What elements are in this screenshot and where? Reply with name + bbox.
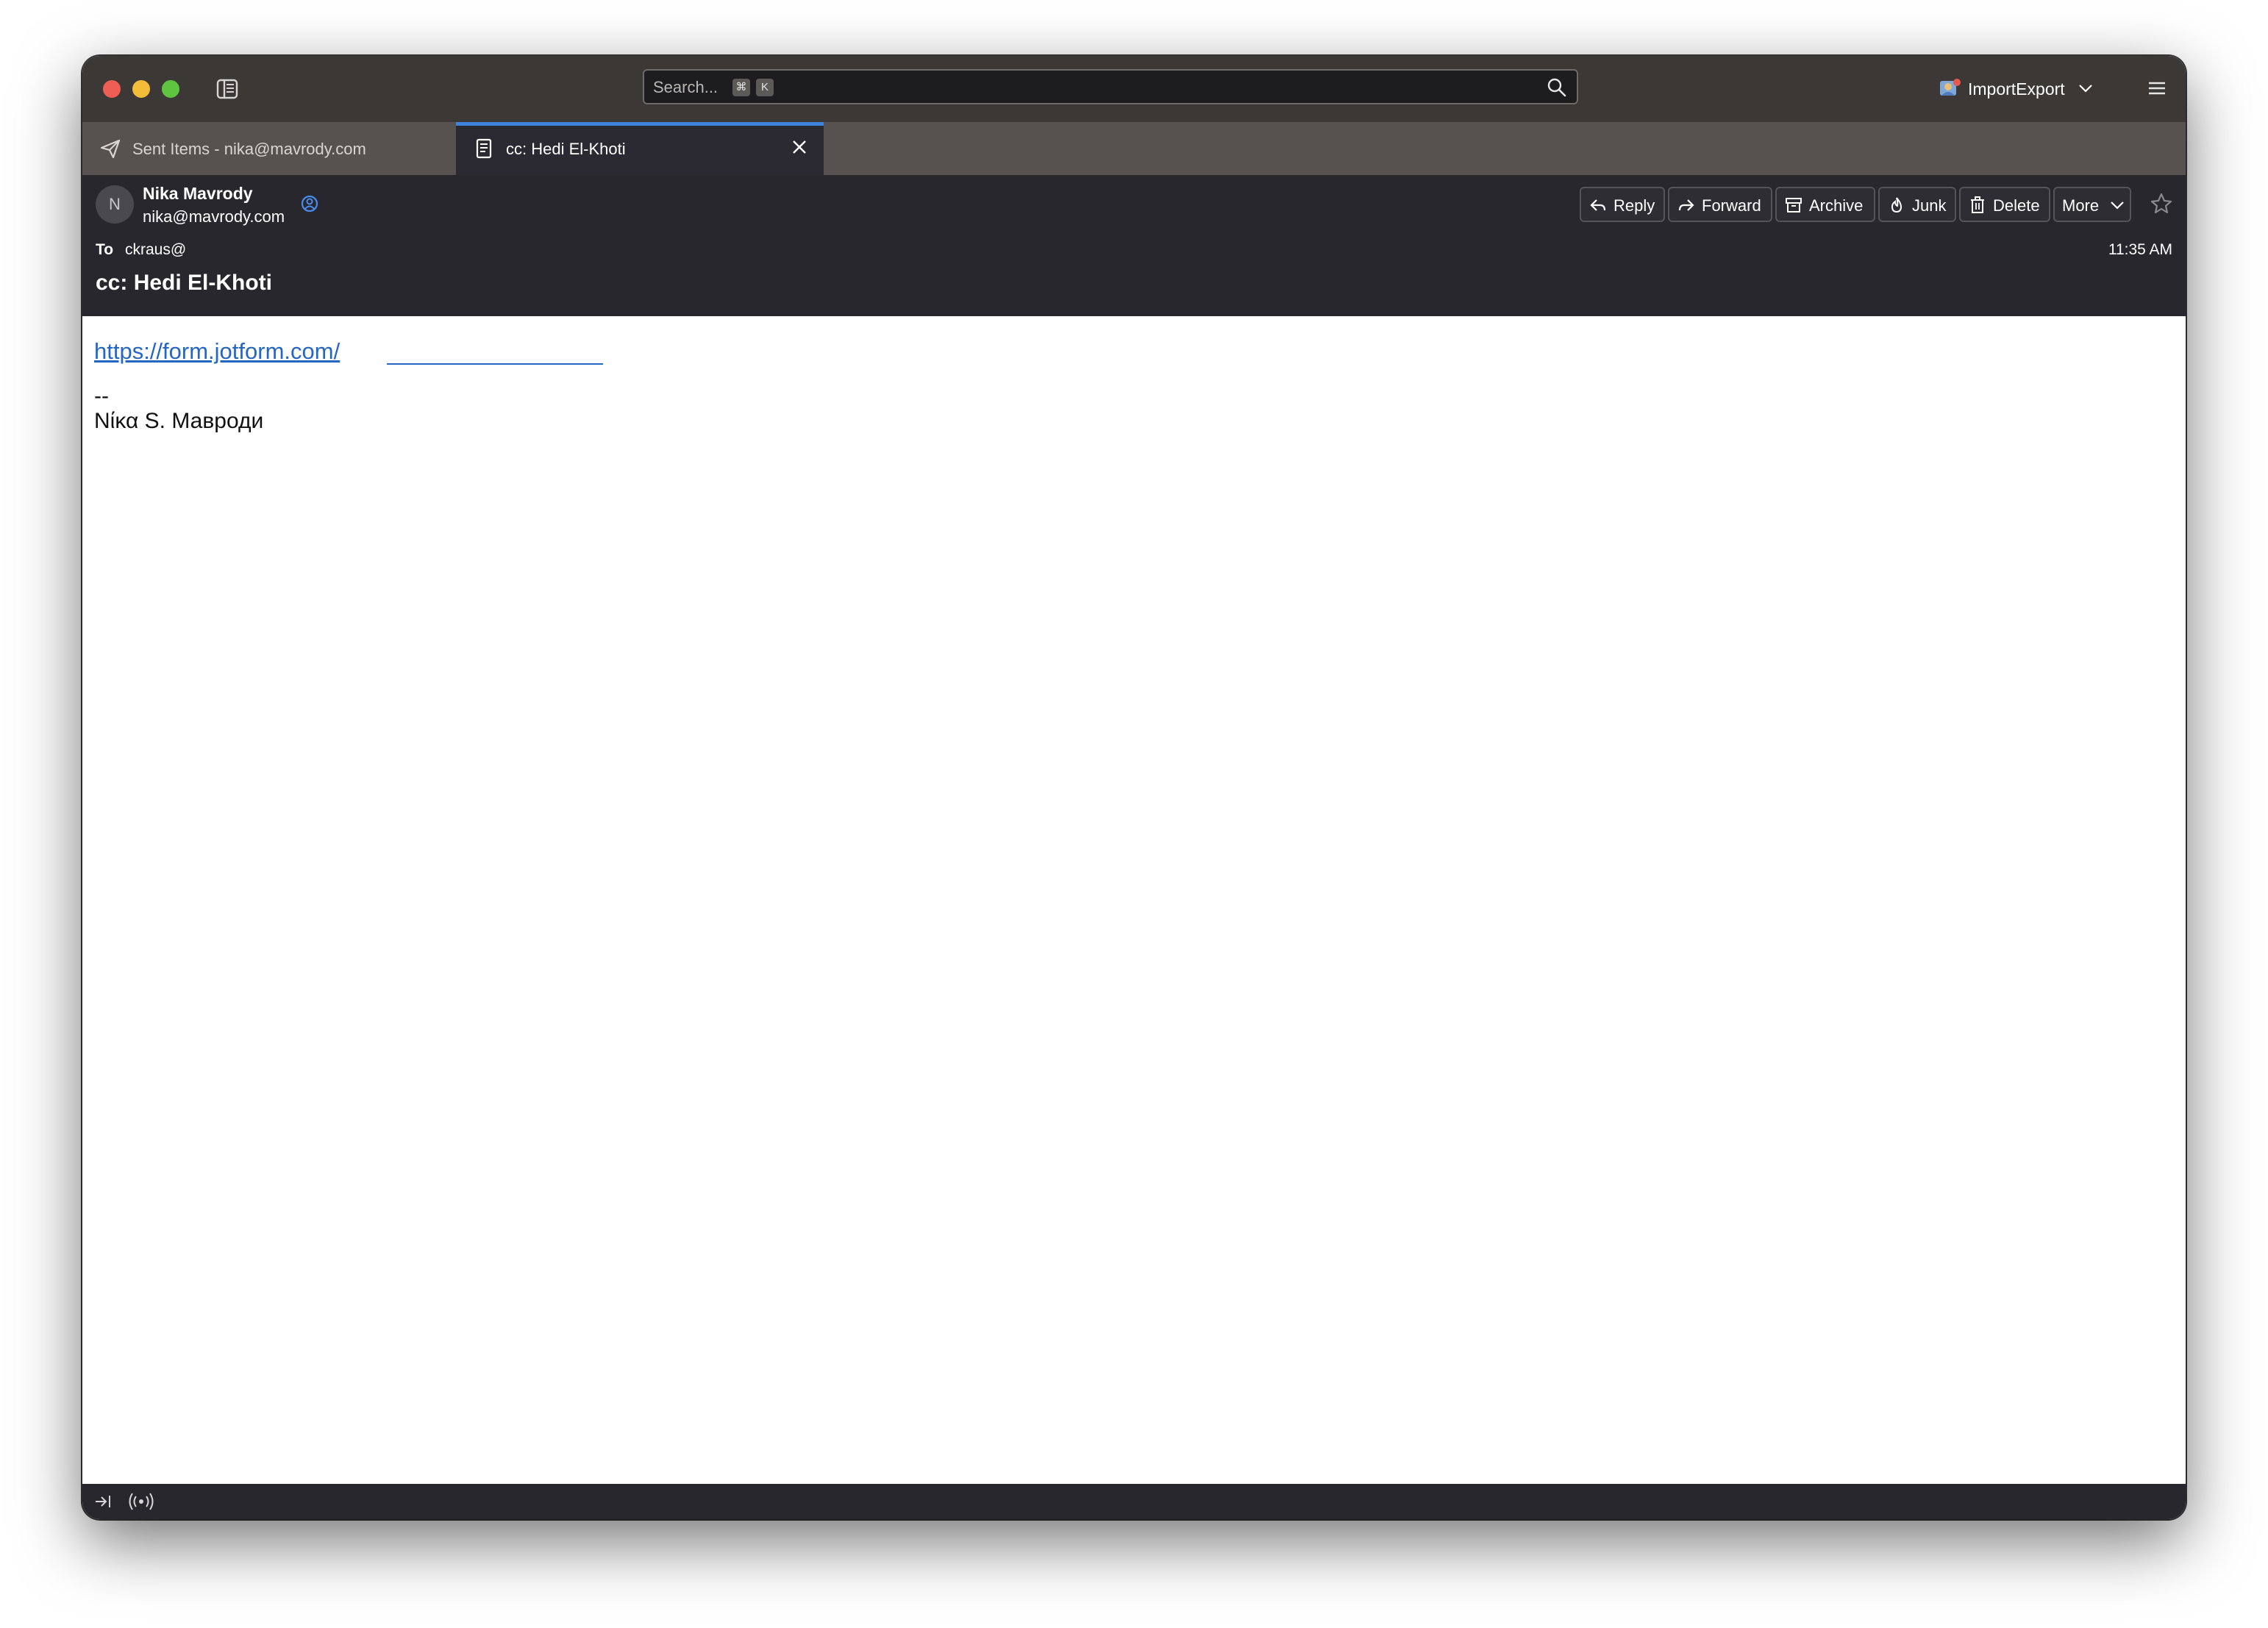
message-time: 11:35 AM [2108,241,2172,258]
shortcut-cmd-key: ⌘ [732,79,750,96]
close-window-button[interactable] [103,80,121,98]
chevron-down-icon [2111,201,2124,210]
mail-window: Search... ⌘ K ImportExport Sent Items - … [82,56,2186,1519]
search-bar[interactable]: Search... ⌘ K [643,69,1578,104]
forward-icon [1678,199,1694,211]
archive-button[interactable]: Archive [1775,187,1875,222]
title-bar: Search... ⌘ K ImportExport [82,56,2186,122]
form-link[interactable]: https://form.jotform.com/ [94,338,340,365]
tab-sent-items[interactable]: Sent Items - nika@mavrody.com [82,122,456,175]
reply-icon [1590,199,1606,211]
delete-label: Delete [1993,196,2040,215]
sender-name[interactable]: Nika Mavrody [143,184,253,204]
junk-button[interactable]: Junk [1878,187,1956,222]
tab-message[interactable]: cc: Hedi El-Khoti [456,122,824,175]
junk-label: Junk [1912,196,1947,215]
tab-label: cc: Hedi El-Khoti [506,140,626,158]
maximize-window-button[interactable] [162,80,179,98]
tab-bar: Sent Items - nika@mavrody.com cc: Hedi E… [82,122,2186,175]
search-icon[interactable] [1546,76,1568,99]
status-bar [82,1484,2186,1519]
tab-label: Sent Items - nika@mavrody.com [132,140,366,158]
signature-separator: -- [94,384,109,408]
junk-flame-icon [1891,197,1903,213]
message-icon [476,138,492,159]
more-button[interactable]: More [2053,187,2131,222]
to-label: To [96,241,114,258]
reply-label: Reply [1613,196,1655,215]
search-placeholder: Search... [653,78,718,96]
forward-button[interactable]: Forward [1668,187,1772,222]
trash-icon [1971,196,1984,213]
account-label: ImportExport [1968,79,2065,99]
message-body: https://form.jotform.com/ -- Νίκα S. Мав… [82,316,2186,1484]
close-tab-icon[interactable] [788,136,810,158]
recipient[interactable]: ckraus@ [125,241,186,259]
delete-button[interactable]: Delete [1959,187,2050,222]
minimize-window-button[interactable] [132,80,150,98]
star-icon[interactable] [2149,191,2174,216]
signature-name: Νίκα S. Мавроди [94,409,264,433]
reply-button[interactable]: Reply [1580,187,1665,222]
collapse-pane-icon[interactable] [93,1491,113,1512]
paper-plane-icon [100,139,121,159]
shortcut-k-key: K [756,79,774,96]
archive-label: Archive [1809,196,1864,215]
link-underline [387,363,603,365]
archive-icon [1786,198,1802,213]
online-status-icon[interactable] [128,1491,154,1512]
forward-label: Forward [1702,196,1761,215]
message-subject: cc: Hedi El-Khoti [96,271,273,295]
message-header: N Nika Mavrody nika@mavrody.com Reply Fo… [82,175,2186,316]
hamburger-menu-icon[interactable] [2146,78,2168,99]
sidebar-toggle-icon[interactable] [215,76,240,101]
add-contact-icon[interactable] [300,194,319,213]
avatar: N [96,185,134,224]
account-mailbox-icon [1940,79,1961,96]
chevron-down-icon [2079,85,2092,93]
sender-email[interactable]: nika@mavrody.com [143,207,285,226]
more-label: More [2062,196,2100,215]
